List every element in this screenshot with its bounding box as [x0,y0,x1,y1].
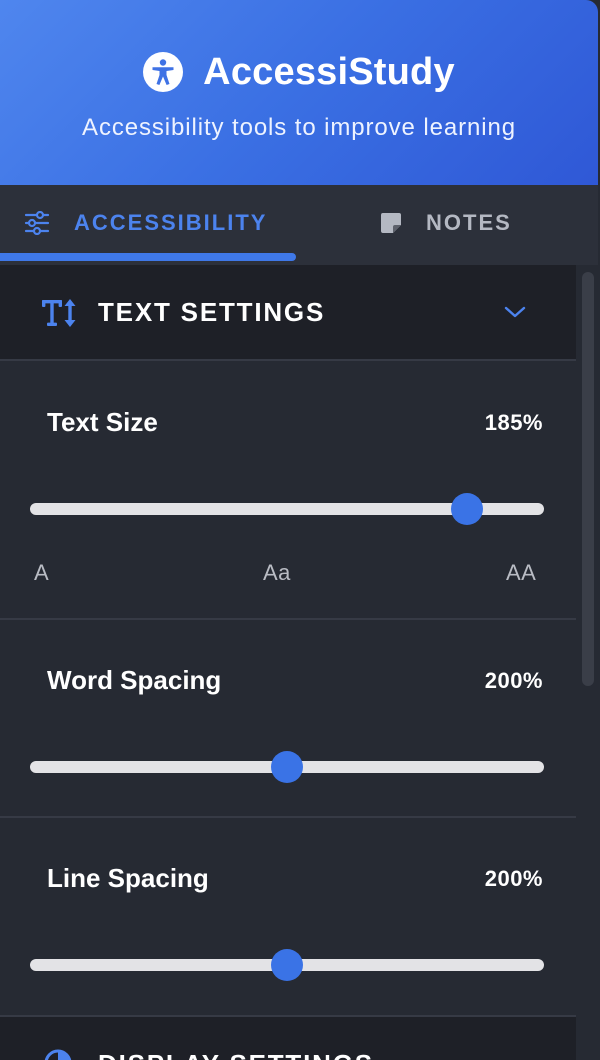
text-height-icon [42,299,76,327]
line-spacing-setting: Line Spacing 200% [0,818,576,1017]
active-tab-indicator [0,253,296,261]
word-spacing-slider[interactable] [30,751,544,783]
accessistudy-panel: AccessiStudy Accessibility tools to impr… [0,0,600,1060]
accessibility-person-icon [143,52,184,92]
sticky-note-icon [381,213,401,233]
text-size-value: 185% [484,410,543,435]
text-size-tick-medium: Aa [263,560,291,585]
scrollbar-thumb[interactable] [582,272,594,686]
tab-accessibility-label: ACCESSIBILITY [74,210,268,235]
text-size-slider-thumb[interactable] [450,493,483,525]
sliders-icon [24,211,50,235]
word-spacing-setting: Word Spacing 200% [0,620,576,818]
line-spacing-label: Line Spacing [47,863,209,893]
tab-notes-label: NOTES [426,210,512,235]
brand: AccessiStudy [0,48,598,96]
word-spacing-slider-thumb[interactable] [271,751,303,783]
app-header: AccessiStudy Accessibility tools to impr… [0,0,598,185]
app-subtitle: Accessibility tools to improve learning [82,114,516,141]
text-size-setting: Text Size 185% A Aa AA [0,361,576,620]
display-settings-header[interactable]: DISPLAY SETTINGS [0,1017,576,1060]
tab-accessibility[interactable]: ACCESSIBILITY [24,185,267,261]
text-size-label: Text Size [47,407,158,437]
tab-notes[interactable]: NOTES [380,185,512,261]
line-spacing-slider-thumb[interactable] [271,949,303,981]
chevron-down-icon[interactable] [504,304,526,320]
text-size-slider[interactable] [30,493,544,525]
text-size-tick-large: AA [506,560,537,585]
text-settings-title: TEXT SETTINGS [98,297,326,327]
app-title: AccessiStudy [203,50,455,93]
word-spacing-label: Word Spacing [47,665,222,695]
text-size-tick-small: A [34,560,50,585]
word-spacing-value: 200% [484,668,543,693]
half-circle-contrast-icon [44,1049,72,1060]
line-spacing-slider[interactable] [30,949,544,981]
display-settings-title: DISPLAY SETTINGS [98,1049,374,1060]
line-spacing-value: 200% [484,866,543,891]
text-settings-header[interactable]: TEXT SETTINGS [0,265,576,361]
